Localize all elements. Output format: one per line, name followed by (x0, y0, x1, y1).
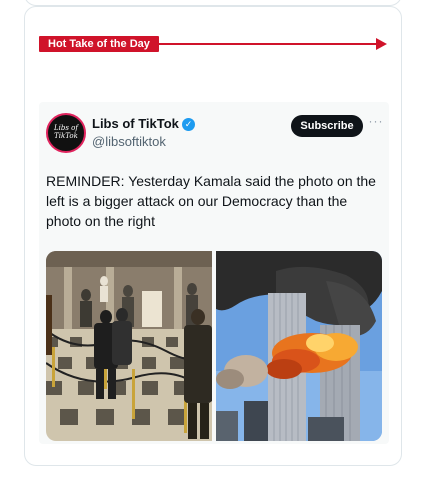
subscribe-button[interactable]: Subscribe (291, 115, 363, 137)
verified-badge-icon: ✓ (182, 118, 195, 131)
ellipsis-icon[interactable]: ··· (368, 115, 384, 129)
capitol-statuary-hall-photo[interactable] (46, 251, 212, 441)
world-trade-center-attack-photo[interactable] (216, 251, 382, 441)
author-handle[interactable]: @libsoftiktok (92, 134, 166, 150)
tweet-media (46, 251, 382, 441)
embedded-tweet[interactable]: Libs of TikTok Libs of TikTok ✓ @libsoft… (39, 102, 389, 444)
arrow-right-icon (376, 38, 387, 50)
avatar[interactable]: Libs of TikTok (46, 113, 86, 153)
post-card: Hot Take of the Day Libs of TikTok Libs … (24, 6, 402, 466)
hot-take-banner: Hot Take of the Day (39, 36, 387, 52)
author-name[interactable]: Libs of TikTok (92, 116, 179, 132)
banner-label: Hot Take of the Day (39, 36, 159, 52)
banner-line (159, 43, 377, 45)
avatar-logo-text: Libs of TikTok (54, 124, 78, 140)
tweet-text: REMINDER: Yesterday Kamala said the phot… (46, 173, 376, 229)
